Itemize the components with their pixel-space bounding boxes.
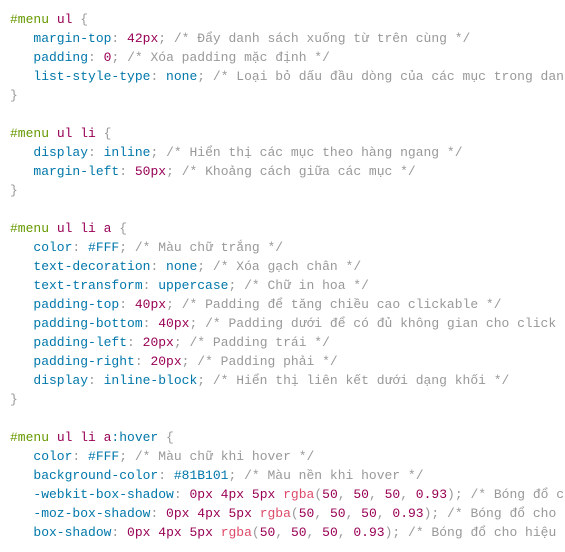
declaration-line: -moz-box-shadow: 0px 4px 5px rgba(50, 50… — [10, 504, 555, 523]
selector-line: #menu ul li a { — [10, 219, 555, 238]
declaration-line: padding-top: 40px; /* Padding để tăng ch… — [10, 295, 555, 314]
selector-line: #menu ul li { — [10, 124, 555, 143]
declaration-line: margin-left: 50px; /* Khoảng cách giữa c… — [10, 162, 555, 181]
declaration-line: padding-left: 20px; /* Padding trái */ — [10, 333, 555, 352]
close-brace: } — [10, 181, 555, 200]
selector-line: #menu ul { — [10, 10, 555, 29]
declaration-line: padding-bottom: 40px; /* Padding dưới để… — [10, 314, 555, 333]
declaration-line: list-style-type: none; /* Loại bỏ dấu đầ… — [10, 67, 555, 86]
declaration-line: display: inline-block; /* Hiển thị liên … — [10, 371, 555, 390]
declaration-line: padding: 0; /* Xóa padding mặc định */ — [10, 48, 555, 67]
close-brace: } — [10, 390, 555, 409]
selector-line: #menu ul li a:hover { — [10, 428, 555, 447]
declaration-line: display: inline; /* Hiển thị các mục the… — [10, 143, 555, 162]
declaration-line: padding-right: 20px; /* Padding phải */ — [10, 352, 555, 371]
declaration-line: background-color: #81B101; /* Màu nền kh… — [10, 466, 555, 485]
declaration-line: text-transform: uppercase; /* Chữ in hoa… — [10, 276, 555, 295]
declaration-line: -webkit-box-shadow: 0px 4px 5px rgba(50,… — [10, 485, 555, 504]
declaration-line: box-shadow: 0px 4px 5px rgba(50, 50, 50,… — [10, 523, 555, 542]
close-brace: } — [10, 86, 555, 105]
declaration-line: color: #FFF; /* Màu chữ trắng */ — [10, 238, 555, 257]
declaration-line: margin-top: 42px; /* Đẩy danh sách xuống… — [10, 29, 555, 48]
declaration-line: text-decoration: none; /* Xóa gạch chân … — [10, 257, 555, 276]
declaration-line: color: #FFF; /* Màu chữ khi hover */ — [10, 447, 555, 466]
css-code-block: #menu ul { margin-top: 42px; /* Đẩy danh… — [10, 10, 555, 542]
